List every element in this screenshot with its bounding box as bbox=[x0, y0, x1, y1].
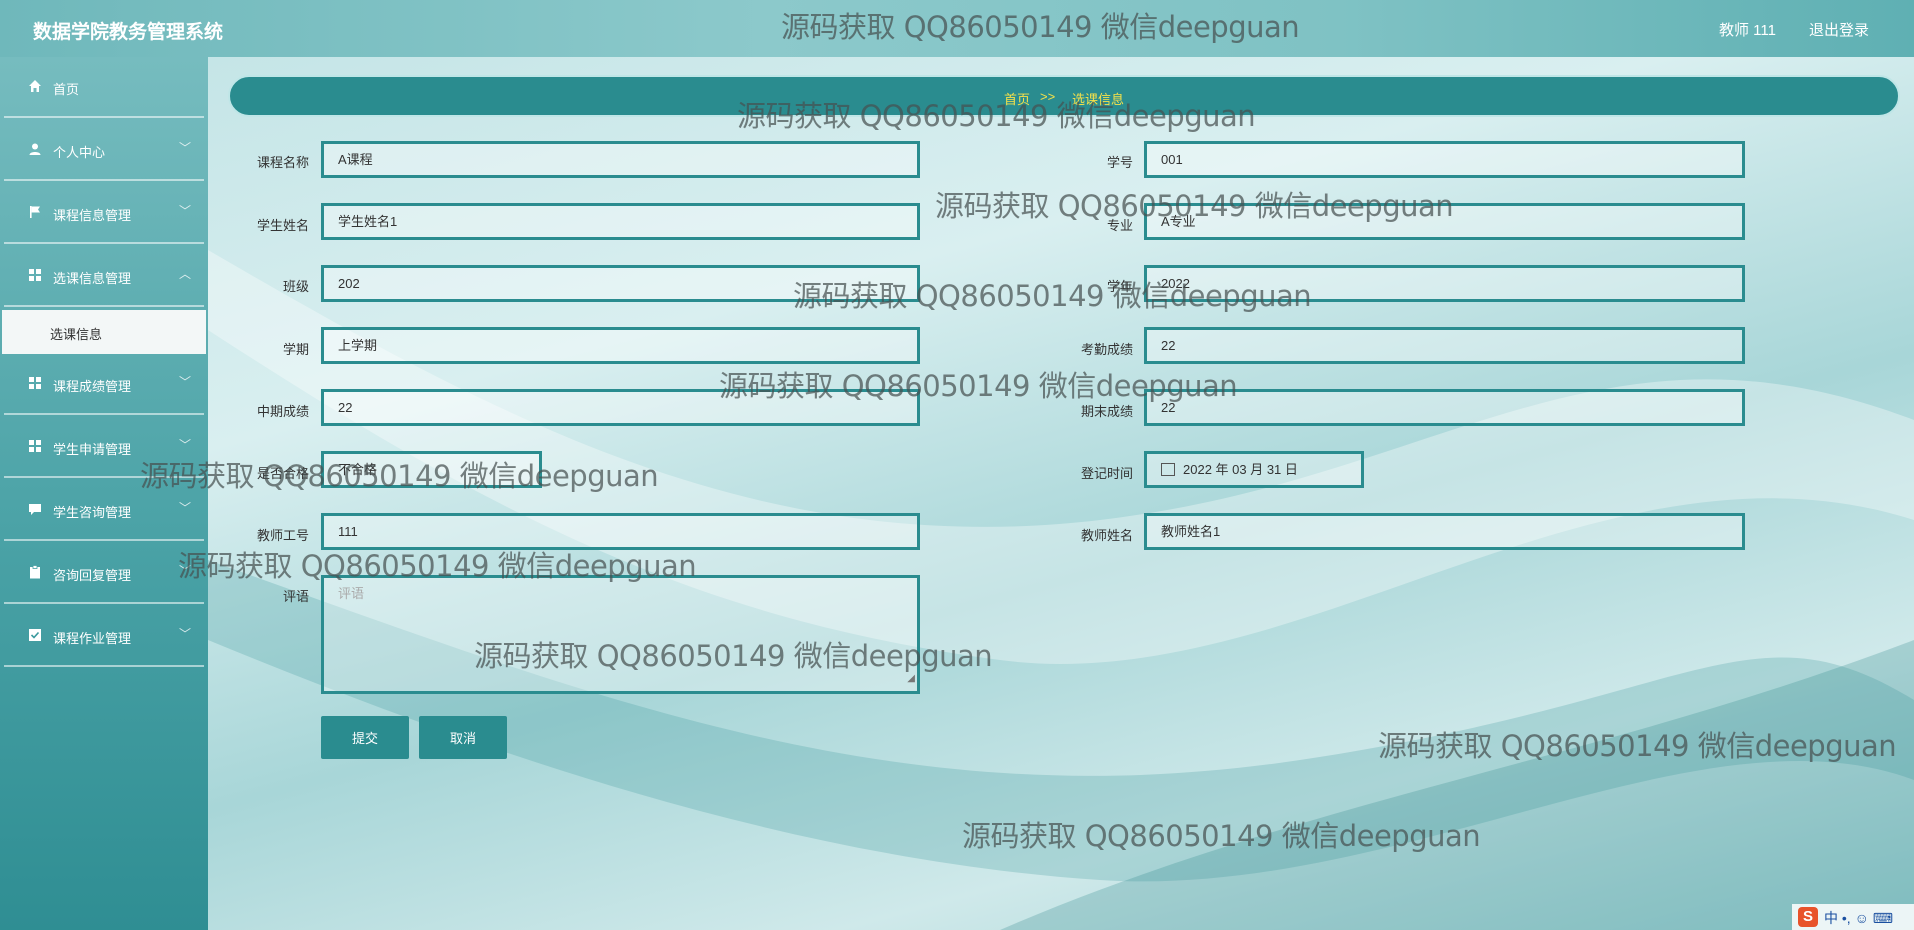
term-label: 学期 bbox=[282, 342, 309, 357]
student-name-label: 学生姓名 bbox=[256, 218, 309, 233]
sidebar-item-label: 课程信息管理 bbox=[53, 208, 132, 223]
user-icon bbox=[29, 143, 41, 155]
watermark: 源码获取 QQ86050149 微信deepguan bbox=[474, 639, 993, 673]
chevron-up-icon: ︿ bbox=[179, 267, 192, 281]
sidebar-item-label: 个人中心 bbox=[53, 145, 106, 160]
course-name-label: 课程名称 bbox=[256, 155, 309, 170]
watermark: 源码获取 QQ86050149 微信deepguan bbox=[737, 99, 1256, 133]
submit-button[interactable]: 提交 bbox=[321, 716, 409, 759]
ime-status: 中 •, ☺ ⌨ bbox=[1824, 910, 1893, 926]
calendar-icon bbox=[1161, 463, 1175, 477]
sidebar-item-course-grades[interactable]: 课程成绩管理 ﹀ bbox=[4, 354, 204, 415]
flag-icon bbox=[30, 206, 40, 218]
sidebar-item-homework[interactable]: 课程作业管理 ﹀ bbox=[4, 606, 204, 667]
clipboard-icon bbox=[30, 565, 40, 579]
sidebar-item-course-info[interactable]: 课程信息管理 ﹀ bbox=[4, 183, 204, 244]
class-label: 班级 bbox=[282, 279, 309, 294]
grid-icon bbox=[29, 269, 41, 281]
logout-link[interactable]: 退出登录 bbox=[1809, 19, 1869, 40]
term-field[interactable]: 上学期 bbox=[321, 327, 920, 364]
watermark: 源码获取 QQ86050149 微信deepguan bbox=[719, 369, 1238, 403]
sidebar-item-course-selection[interactable]: 选课信息管理 ︿ bbox=[4, 246, 204, 307]
chevron-down-icon: ﹀ bbox=[179, 438, 192, 452]
check-square-icon bbox=[29, 629, 41, 641]
sidebar-subitem-selection-info[interactable]: 选课信息 bbox=[2, 310, 206, 354]
sidebar-item-label: 学生咨询管理 bbox=[53, 505, 132, 520]
home-icon bbox=[29, 80, 41, 92]
watermark: 源码获取 QQ86050149 微信deepguan bbox=[140, 459, 659, 493]
ime-tray[interactable]: S 中 •, ☺ ⌨ bbox=[1792, 904, 1914, 930]
sidebar-subitem-label: 选课信息 bbox=[50, 327, 103, 342]
sidebar-item-label: 课程作业管理 bbox=[53, 631, 132, 646]
student-name-field[interactable]: 学生姓名1 bbox=[321, 203, 920, 240]
watermark: 源码获取 QQ86050149 微信deepguan bbox=[962, 819, 1481, 853]
sidebar-item-label: 咨询回复管理 bbox=[53, 568, 132, 583]
chevron-down-icon: ﹀ bbox=[179, 141, 192, 155]
watermark: 源码获取 QQ86050149 微信deepguan bbox=[781, 10, 1300, 44]
sidebar-item-label: 首页 bbox=[53, 82, 80, 97]
watermark: 源码获取 QQ86050149 微信deepguan bbox=[1378, 729, 1897, 763]
comment-label: 评语 bbox=[282, 589, 309, 604]
attendance-score-field[interactable]: 22 bbox=[1144, 327, 1745, 364]
reg-time-label: 登记时间 bbox=[1080, 466, 1133, 481]
teacher-id-label: 教师工号 bbox=[256, 528, 309, 543]
sidebar-item-label: 学生申请管理 bbox=[53, 442, 132, 457]
chevron-down-icon: ﹀ bbox=[179, 627, 192, 641]
sidebar-item-label: 课程成绩管理 bbox=[53, 379, 132, 394]
reg-time-value: 2022 年 03 月 31 日 bbox=[1183, 462, 1298, 477]
sidebar-item-personal-center[interactable]: 个人中心 ﹀ bbox=[4, 120, 204, 181]
sidebar-item-label: 选课信息管理 bbox=[53, 271, 132, 286]
grid-icon bbox=[29, 440, 41, 452]
grid-icon bbox=[29, 377, 41, 389]
chevron-down-icon: ﹀ bbox=[179, 501, 192, 515]
sogou-logo-icon: S bbox=[1798, 907, 1818, 927]
comment-placeholder: 评语 bbox=[338, 586, 365, 601]
student-id-field[interactable]: 001 bbox=[1144, 141, 1745, 178]
student-id-label: 学号 bbox=[1106, 155, 1133, 170]
attendance-label: 考勤成绩 bbox=[1080, 342, 1133, 357]
watermark: 源码获取 QQ86050149 微信deepguan bbox=[178, 549, 697, 583]
chat-icon bbox=[29, 504, 41, 515]
cancel-button[interactable]: 取消 bbox=[419, 716, 507, 759]
current-user: 教师 111 bbox=[1719, 22, 1776, 39]
app-title: 数据学院教务管理系统 bbox=[33, 22, 224, 43]
midterm-label: 中期成绩 bbox=[256, 404, 309, 419]
course-name-field[interactable]: A课程 bbox=[321, 141, 920, 178]
teacher-name-field[interactable]: 教师姓名1 bbox=[1144, 513, 1745, 550]
chevron-down-icon: ﹀ bbox=[179, 375, 192, 389]
sidebar-item-consult-reply[interactable]: 咨询回复管理 ﹀ bbox=[4, 543, 204, 604]
watermark: 源码获取 QQ86050149 微信deepguan bbox=[793, 279, 1312, 313]
reg-time-datepicker[interactable]: 2022 年 03 月 31 日 bbox=[1144, 451, 1364, 488]
watermark: 源码获取 QQ86050149 微信deepguan bbox=[935, 189, 1454, 223]
sidebar-item-home[interactable]: 首页 bbox=[4, 57, 204, 118]
chevron-down-icon: ﹀ bbox=[179, 204, 192, 218]
teacher-name-label: 教师姓名 bbox=[1080, 528, 1133, 543]
